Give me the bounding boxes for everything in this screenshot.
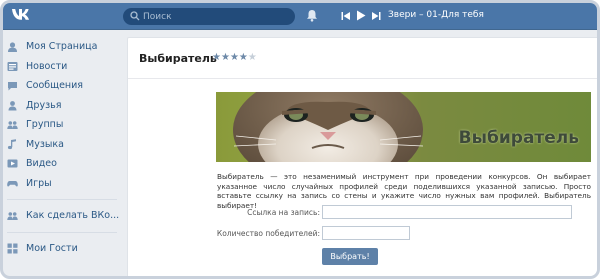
sidebar-item-label: Игры (26, 177, 52, 189)
sidebar-item-games[interactable]: Игры (3, 174, 123, 194)
sidebar-item-label: Сообщения (26, 80, 84, 92)
video-icon (7, 158, 18, 169)
sidebar-item-music[interactable]: Музыка (3, 135, 123, 155)
star-filled-icon: ★ (238, 52, 248, 63)
friends-icon (7, 100, 18, 111)
home-icon (7, 41, 18, 53)
link-label: Ссылка на запись: (247, 208, 320, 217)
app-rating: ★★★★★ (212, 52, 257, 63)
sidebar-item-label: Музыка (26, 138, 64, 150)
sidebar-item-label: Новости (26, 60, 68, 72)
top-header: Звери – 01-Для тебя (3, 3, 597, 30)
app-header: Выбиратель ★★★★★ (128, 38, 597, 79)
sidebar-divider (7, 231, 117, 233)
next-track-icon[interactable] (371, 11, 381, 24)
sidebar-item-groups[interactable]: Группы (3, 115, 123, 135)
app-title: Выбиратель (139, 52, 217, 65)
search-input[interactable] (143, 8, 289, 25)
previous-track-icon[interactable] (341, 11, 351, 24)
group-apps-icon (7, 210, 18, 221)
star-filled-icon: ★ (212, 52, 221, 63)
star-filled-icon: ★ (220, 52, 230, 63)
app-panel: Выбиратель ★★★★★ Выбиратель Выбиратель —… (127, 37, 597, 276)
choose-button[interactable]: Выбрать! (322, 248, 378, 265)
sidebar-item-messages[interactable]: Сообщения (3, 76, 123, 96)
sidebar-item-my-guests[interactable]: Мои Гости (3, 239, 123, 259)
sidebar-item-label: Мои Гости (26, 242, 78, 254)
games-icon (7, 178, 18, 189)
sidebar-item-my-page[interactable]: Моя Страница (3, 37, 123, 57)
sidebar-item-group-app[interactable]: Как сделать ВКо... (3, 206, 123, 226)
winners-label: Количество победителей: (216, 229, 320, 238)
star-filled-icon: ★ (229, 52, 239, 63)
now-playing-track[interactable]: Звери – 01-Для тебя (388, 10, 484, 20)
sidebar-item-video[interactable]: Видео (3, 154, 123, 174)
post-link-input[interactable] (322, 205, 572, 219)
vk-logo-icon[interactable] (11, 7, 33, 23)
messages-icon (7, 80, 18, 91)
banner-title: Выбиратель (458, 128, 579, 148)
sidebar-divider (7, 199, 117, 200)
music-icon (7, 139, 18, 150)
star-empty-icon: ★ (247, 52, 257, 63)
window-frame: Звери – 01-Для тебя Моя Страница Новости… (0, 0, 600, 279)
link-row: Ссылка на запись: (128, 205, 597, 220)
play-icon[interactable] (356, 10, 366, 24)
sidebar-item-label: Как сделать ВКо... (26, 210, 120, 222)
app-banner-image: Выбиратель (216, 92, 591, 162)
groups-icon (7, 119, 18, 130)
winners-count-input[interactable] (322, 226, 410, 240)
notifications-bell-icon[interactable] (306, 9, 318, 25)
sidebar-item-label: Видео (26, 158, 57, 170)
sidebar-item-label: Друзья (26, 99, 62, 111)
search-box[interactable] (123, 8, 295, 25)
sidebar-item-news[interactable]: Новости (3, 57, 123, 77)
sidebar-item-label: Моя Страница (26, 41, 98, 53)
sidebar-item-label: Группы (26, 119, 64, 131)
news-icon (7, 61, 18, 72)
audio-player-controls (341, 10, 381, 24)
winners-row: Количество победителей: (128, 226, 597, 241)
sidebar-item-friends[interactable]: Друзья (3, 96, 123, 116)
left-sidebar: Моя Страница Новости Сообщения Друзья Гр… (3, 37, 123, 258)
grid-icon (7, 243, 18, 254)
search-icon (130, 11, 140, 24)
